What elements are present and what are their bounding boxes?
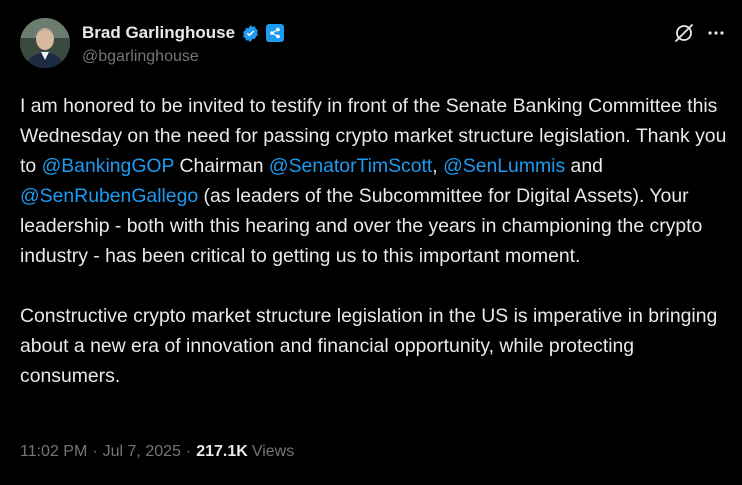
author-handle[interactable]: @bgarlinghouse <box>82 48 199 66</box>
author-name-row: Brad Garlinghouse <box>82 22 285 44</box>
tweet-text: I am honored to be invited to testify in… <box>20 91 732 391</box>
tweet-timestamp[interactable]: 11:02 PM · Jul 7, 2025 <box>20 443 181 461</box>
mention-senrubengallego-link[interactable]: @SenRubenGallego <box>20 185 198 207</box>
affiliation-badge-icon[interactable] <box>266 24 285 42</box>
text-segment: , <box>432 155 444 177</box>
tweet-meta: 11:02 PM · Jul 7, 2025 · 217.1K Views <box>20 443 294 461</box>
views-label: Views <box>251 443 295 460</box>
separator: · <box>185 443 192 460</box>
mention-senatortimscott-link[interactable]: @SenatorTimScott <box>269 155 432 177</box>
text-segment: and <box>565 155 603 177</box>
views-count: 217.1K <box>196 443 248 460</box>
avatar-photo <box>20 18 70 68</box>
grok-button[interactable] <box>671 20 697 46</box>
more-icon <box>708 31 724 35</box>
tweet-time: 11:02 PM <box>20 443 88 460</box>
text-segment: Chairman <box>174 155 269 177</box>
tweet-paragraph-2: Constructive crypto market structure leg… <box>20 305 718 387</box>
tweet-paragraph-1: I am honored to be invited to testify in… <box>20 91 732 271</box>
mention-bankinggop-link[interactable]: @BankingGOP <box>42 155 175 177</box>
avatar[interactable] <box>20 18 70 68</box>
grok-icon <box>675 24 693 42</box>
mention-senlummis-link[interactable]: @SenLummis <box>443 155 565 177</box>
author-display-name[interactable]: Brad Garlinghouse <box>82 23 235 43</box>
tweet-detail: Brad Garlinghouse @bgarlinghouse I am ho… <box>0 0 742 485</box>
verified-badge-icon[interactable] <box>241 24 260 43</box>
separator: · <box>92 443 98 460</box>
tweet-date: Jul 7, 2025 <box>102 443 181 460</box>
more-options-button[interactable] <box>703 20 729 46</box>
